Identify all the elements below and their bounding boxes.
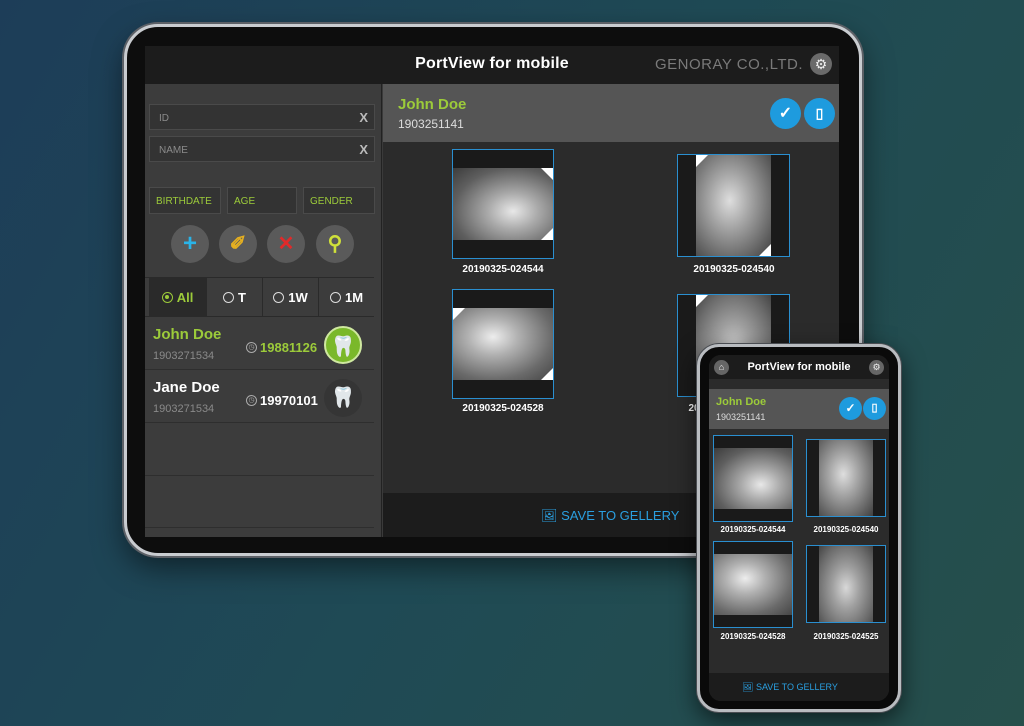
filter-today[interactable]: T <box>207 278 263 316</box>
filter-label: 1M <box>344 290 364 305</box>
name-field-placeholder: NAME <box>159 145 188 156</box>
company-name: GENORAY CO.,LTD. <box>654 56 803 73</box>
save-to-gallery-button[interactable]: 🖼︎ SAVE TO GELLERY <box>742 682 838 693</box>
clear-id-icon[interactable]: X <box>359 110 368 125</box>
clear-name-icon[interactable]: X <box>359 142 368 157</box>
phone-device: ⌂ PortView for mobile ⚙ John Doe 1903251… <box>697 344 901 712</box>
filter-label: T <box>238 290 246 305</box>
thumbnail-label: 20190325-024540 <box>693 264 775 275</box>
filter-label: All <box>176 290 194 305</box>
xray-thumbnail[interactable] <box>713 435 793 522</box>
thumbnail-label: 20190325-024544 <box>462 264 544 275</box>
select-all-check-icon[interactable]: ✓ <box>839 397 862 420</box>
edit-icon: ✐ <box>229 233 247 255</box>
save-label: SAVE TO GELLERY <box>561 508 680 523</box>
patient-name: John Doe <box>153 326 222 343</box>
xray-image <box>819 440 873 516</box>
corner-mark-icon <box>696 155 708 167</box>
id-search-field[interactable]: ID X <box>149 104 375 130</box>
tooth-images-icon[interactable]: 🦷 <box>324 379 362 417</box>
xray-thumbnail[interactable] <box>806 439 886 517</box>
filter-month[interactable]: 1M <box>319 278 374 316</box>
birthdate-field[interactable]: BIRTHDATE <box>149 187 221 214</box>
xray-thumbnail[interactable] <box>806 545 886 623</box>
xray-thumbnail[interactable] <box>713 541 793 628</box>
radio-icon <box>223 292 235 303</box>
thumbnail-label: 20190325-024540 <box>813 525 879 534</box>
save-to-gallery-button[interactable]: 🖼︎ SAVE TO GELLERY <box>541 508 679 524</box>
radio-icon <box>161 292 173 303</box>
date-filter-row: All T 1W 1M <box>145 277 374 317</box>
header-patient-name: John Doe <box>398 96 467 113</box>
corner-mark-icon <box>541 228 553 240</box>
xray-image <box>453 168 553 240</box>
xray-image <box>453 308 553 380</box>
search-icon: ⚲ <box>327 233 343 255</box>
id-field-placeholder: ID <box>159 113 169 124</box>
gallery-icon: 🖼︎ <box>742 682 754 692</box>
name-search-field[interactable]: NAME X <box>149 136 375 162</box>
corner-mark-icon <box>453 308 465 320</box>
thumbnail-label: 20190325-024525 <box>813 632 879 641</box>
gender-field[interactable]: GENDER <box>303 187 375 214</box>
radio-icon <box>329 292 341 303</box>
header-patient-id: 1903251141 <box>398 117 464 131</box>
save-label: SAVE TO GELLERY <box>755 682 838 692</box>
xray-thumbnail[interactable] <box>452 149 554 259</box>
edit-patient-button[interactable]: ✐ <box>219 225 257 263</box>
thumbnail-label: 20190325-024544 <box>720 525 786 534</box>
xray-image <box>696 155 771 256</box>
xray-thumbnail[interactable] <box>452 289 554 399</box>
empty-list-row <box>145 424 374 476</box>
clock-icon: ◷ <box>246 395 257 406</box>
radio-icon <box>273 292 285 303</box>
patient-id: 1903271534 <box>153 350 215 362</box>
gallery-icon: 🖼︎ <box>541 508 558 523</box>
settings-gear-icon[interactable]: ⚙ <box>869 360 884 375</box>
thumbnail-label: 20190325-024528 <box>462 403 544 414</box>
header-patient-name: John Doe <box>716 396 767 408</box>
patient-row[interactable]: Jane Doe 1903271534 ◷ 19970101 🦷 <box>145 371 374 423</box>
corner-mark-icon <box>541 168 553 180</box>
delete-patient-button[interactable]: ✕ <box>267 225 305 263</box>
filter-all[interactable]: All <box>149 278 207 316</box>
xray-thumbnail[interactable] <box>677 154 790 257</box>
patient-name: Jane Doe <box>153 379 220 396</box>
tooth-images-icon[interactable]: 🦷 <box>324 326 362 364</box>
patient-id: 1903271534 <box>153 403 215 415</box>
settings-gear-icon[interactable]: ⚙ <box>810 53 832 75</box>
add-patient-button[interactable]: + <box>171 225 209 263</box>
sensor-device-icon[interactable]: ▯ <box>863 397 886 420</box>
delete-icon: ✕ <box>277 233 295 255</box>
thumbnail-label: 20190325-024528 <box>720 632 786 641</box>
clock-icon: ◷ <box>246 342 257 353</box>
corner-mark-icon <box>541 368 553 380</box>
age-field[interactable]: AGE <box>227 187 297 214</box>
corner-mark-icon <box>696 295 708 307</box>
header-patient-id: 1903251141 <box>716 412 766 422</box>
patient-header: John Doe 1903251141 ✓ ▯ <box>383 84 839 142</box>
phone-top-bar: ⌂ PortView for mobile ⚙ <box>709 355 889 379</box>
filter-label: 1W <box>288 290 308 305</box>
xray-image <box>714 448 792 509</box>
select-all-check-icon[interactable]: ✓ <box>770 98 801 129</box>
filter-week[interactable]: 1W <box>263 278 319 316</box>
xray-image <box>714 554 792 615</box>
empty-list-row <box>145 476 374 528</box>
patient-row[interactable]: John Doe 1903271534 ◷ 19881126 🦷 <box>145 318 374 370</box>
add-icon: + <box>182 230 197 257</box>
phone-app-title: PortView for mobile <box>747 361 851 373</box>
search-patient-button[interactable]: ⚲ <box>316 225 354 263</box>
patient-date: 19970101 <box>260 393 318 408</box>
phone-screen: ⌂ PortView for mobile ⚙ John Doe 1903251… <box>709 355 889 701</box>
phone-patient-header: John Doe 1903251141 ✓ ▯ <box>709 389 889 429</box>
patient-date: 19881126 <box>260 340 318 355</box>
xray-image <box>819 546 873 622</box>
phone-save-bar: 🖼︎ SAVE TO GELLERY <box>709 673 889 701</box>
corner-mark-icon <box>759 244 771 256</box>
sensor-device-icon[interactable]: ▯ <box>804 98 835 129</box>
patient-sidebar: ID X NAME X BIRTHDATE AGE GENDER + ✐ ✕ ⚲ <box>145 84 382 537</box>
top-bar: PortView for mobile GENORAY CO.,LTD. ⚙ <box>145 46 839 84</box>
